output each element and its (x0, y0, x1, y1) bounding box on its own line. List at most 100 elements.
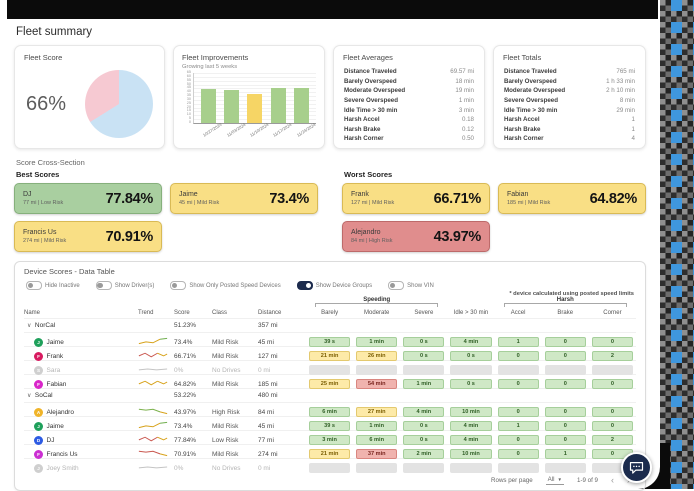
toggle-switch[interactable] (388, 281, 404, 290)
toggle-switch[interactable] (297, 281, 313, 290)
table-row[interactable]: FFrancis Us70.91%Mild Risk274 mi21 min37… (24, 444, 636, 458)
toggle-knob (97, 283, 103, 289)
bar-chart-y-axis: 65605550454035302520151050 (182, 73, 193, 123)
column-header: Score (174, 310, 212, 316)
trend-sparkline (138, 434, 168, 444)
fleet-score-title: Fleet Score (24, 53, 155, 62)
metric-badge (309, 365, 350, 376)
stat-value: 1 h 33 min (606, 78, 635, 85)
column-header: Class (212, 310, 258, 316)
metric-badge: 0 (498, 407, 539, 418)
driver-name: Francis Us (47, 451, 78, 458)
speeding-bracket (315, 303, 438, 307)
stat-label: Harsh Accel (344, 116, 380, 123)
metric-badge: 0 (498, 351, 539, 362)
driver-score-info: Francis Us274 mi | Mild Risk (23, 229, 66, 244)
chevron-down-icon[interactable]: ∨ (27, 322, 31, 329)
worst-scores-section: Worst Scores Frank127 mi | Mild Risk66.7… (342, 170, 646, 252)
avatar: A (34, 408, 43, 417)
avatar: F (34, 352, 43, 361)
toggle-hide-inactive[interactable]: Hide Inactive (26, 281, 80, 290)
stat-value: 3 min (459, 107, 474, 114)
metric-badge: 0 (545, 407, 586, 418)
metric-badge: 0 s (403, 435, 444, 446)
metric-badge: 21 min (309, 351, 350, 362)
table-row[interactable]: JJoey Smith0%No Drives0 mi (24, 458, 636, 472)
fleet-averages-list: Distance Traveled69.57 miBarely Overspee… (343, 67, 475, 144)
toggle-show-only-posted-speed-devices[interactable]: Show Only Posted Speed Devices (170, 281, 280, 290)
score-cell: 66.71% (174, 353, 212, 360)
page-range-label: 1-9 of 9 (577, 477, 598, 484)
toggle-show-device-groups[interactable]: Show Device Groups (297, 281, 372, 290)
distance-cell: 84 mi (258, 409, 306, 416)
stat-label: Idle Time > 30 min (344, 107, 397, 114)
table-row[interactable]: JJaime73.4%Mild Risk45 mi39 s1 min0 s4 m… (24, 416, 636, 430)
toggle-label: Show Only Posted Speed Devices (189, 283, 280, 289)
table-row[interactable]: JJaime73.4%Mild Risk45 mi39 s1 min0 s4 m… (24, 332, 636, 346)
score-cell: 73.4% (174, 339, 212, 346)
toggle-switch[interactable] (170, 281, 186, 290)
chevron-down-icon[interactable]: ∨ (27, 392, 31, 399)
table-row[interactable]: FFrank66.71%Mild Risk127 mi21 min26 min0… (24, 346, 636, 360)
page-size-select[interactable]: All ▼ (546, 476, 564, 485)
bar (201, 89, 216, 123)
table-row[interactable]: DDJ77.84%Low Risk77 mi3 min6 min0 s4 min… (24, 430, 636, 444)
metric-badge: 0 s (403, 351, 444, 362)
driver-name-cell: FFabian (24, 380, 138, 389)
group-distance: 480 mi (258, 392, 306, 399)
metric-badge: 0 (498, 449, 539, 460)
dashboard-sheet: Fleet summary Fleet Score 66% Fleet Impr… (0, 19, 660, 489)
driver-subtitle: 185 mi | Mild Risk (507, 200, 550, 206)
table-row[interactable]: SSara0%No Drives0 mi (24, 360, 636, 374)
driver-subtitle: 274 mi | Mild Risk (23, 238, 66, 244)
driver-score-value: 77.84% (106, 191, 153, 207)
driver-name: Fabian (507, 191, 550, 198)
x-tick-label: 11/10/2024 (249, 125, 264, 137)
table-group-row[interactable]: ∨SoCal53.22%480 mi (24, 388, 636, 402)
chat-fab-button[interactable] (621, 452, 652, 483)
driver-name: Frank (351, 191, 394, 198)
metric-badge: 0 (545, 379, 586, 390)
driver-name: Alejandro (47, 409, 74, 416)
table-group-row[interactable]: ∨NorCal51.23%357 mi (24, 318, 636, 332)
driver-name-cell: A Alejandro (24, 408, 138, 417)
driver-name: Alejandro (351, 229, 392, 236)
table-row[interactable]: AAlejandro43.97%High Risk84 mi6 min27 mi… (24, 402, 636, 416)
distance-cell: 45 mi (258, 423, 306, 430)
stat-row: Distance Traveled765 mi (503, 67, 636, 77)
driver-name: Fabian (47, 381, 67, 388)
table-row[interactable]: FFabian64.82%Mild Risk185 mi25 min54 min… (24, 374, 636, 388)
rows-per-page-label: Rows per page (491, 477, 533, 484)
harsh-bracket (504, 303, 627, 307)
stat-value: 1 (632, 126, 635, 133)
stat-row: Severe Overspeed1 min (343, 96, 475, 106)
metric-badge: 0 (498, 379, 539, 390)
toggle-show-vin[interactable]: Show VIN (388, 281, 434, 290)
driver-name-cell: JJoey Smith (24, 464, 138, 473)
toggle-knob (390, 283, 396, 289)
stat-value: 19 min (455, 87, 474, 94)
stat-label: Moderate Overspeed (504, 87, 565, 94)
toggle-switch[interactable] (26, 281, 42, 290)
column-header: Name (24, 310, 138, 316)
class-cell: No Drives (212, 367, 258, 374)
fleet-improvements-subtitle: Growing last 5 weeks (182, 64, 316, 70)
metric-badge (450, 463, 491, 474)
metric-badge (450, 365, 491, 376)
toggle-label: Hide Inactive (45, 283, 80, 289)
best-scores-grid: DJ77 mi | Low Risk77.84%Jaime45 mi | Mil… (14, 183, 318, 252)
metric-badge (592, 365, 633, 376)
stat-value: 0.50 (462, 135, 474, 142)
trend-sparkline (138, 378, 168, 388)
toggle-show-driver-s-[interactable]: Show Driver(s) (96, 281, 155, 290)
stat-row: Harsh Accel1 (503, 115, 636, 125)
previous-page-button[interactable]: ‹ (611, 476, 614, 485)
fleet-score-pie-chart (85, 70, 153, 138)
stat-label: Harsh Corner (504, 135, 544, 142)
score-cell: 70.91% (174, 451, 212, 458)
score-cell: 0% (174, 367, 212, 374)
summary-cards-row: Fleet Score 66% Fleet Improvements Growi… (14, 45, 646, 149)
toggle-switch[interactable] (96, 281, 112, 290)
column-header: Distance (258, 310, 306, 316)
stat-label: Distance Traveled (504, 68, 557, 75)
